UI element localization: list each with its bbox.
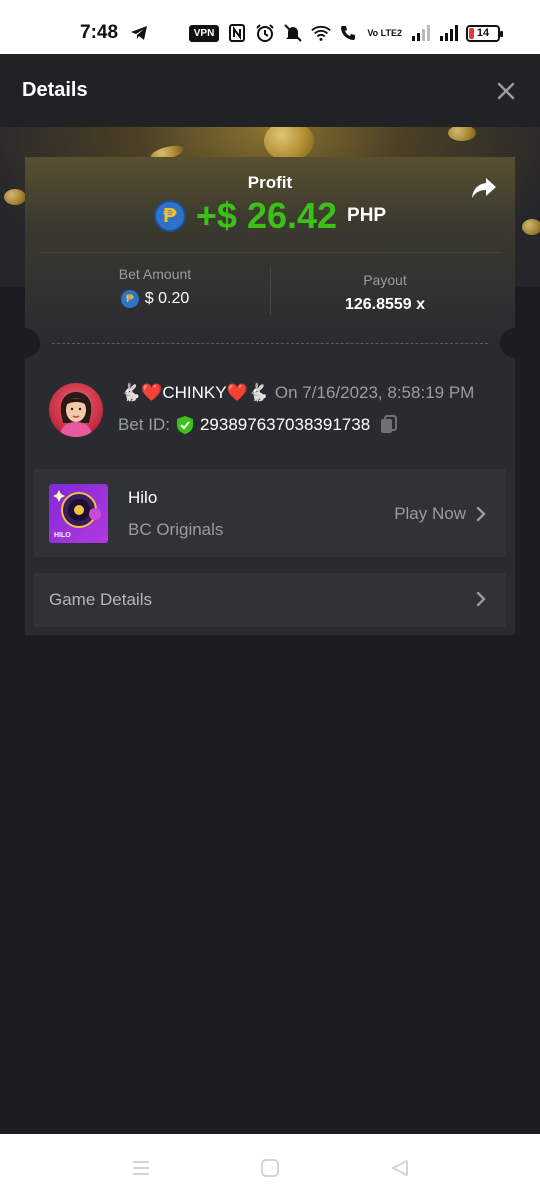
navigation-bar xyxy=(0,1134,540,1200)
game-provider: BC Originals xyxy=(128,520,224,539)
volte-label: Vo LTE2 xyxy=(367,27,402,38)
bet-amount-label: Bet Amount xyxy=(118,266,192,282)
user-line: 🐇❤️CHINKY❤️🐇 On 7/16/2023, 8:58:19 PM xyxy=(120,383,474,403)
divider xyxy=(39,252,501,253)
profit-amount: +$ 26.42 xyxy=(195,195,338,236)
dashed-divider xyxy=(52,343,488,344)
avatar-illustration xyxy=(59,392,93,437)
hilo-logo-icon: HILO xyxy=(53,490,101,539)
battery-indicator: 14 xyxy=(466,24,503,42)
payout-value: 126.8559 x xyxy=(344,296,426,313)
play-now-button[interactable]: Play Now xyxy=(394,504,486,524)
game-title: Hilo xyxy=(128,488,158,507)
profit-currency: PHP xyxy=(347,205,387,226)
page-title: Details xyxy=(22,79,88,101)
payout-stat: Payout 126.8559 x xyxy=(270,272,500,314)
status-icons: VPN Vo LTE2 14 xyxy=(188,22,503,44)
back-icon[interactable] xyxy=(390,1158,410,1178)
signal-icon-2 xyxy=(440,25,458,41)
bet-amount-value: $ 0.20 xyxy=(144,290,190,307)
profit-row: ₱ +$ 26.42 PHP xyxy=(25,195,515,237)
vpn-badge: VPN xyxy=(188,24,220,42)
status-time: 7:48 xyxy=(80,22,119,43)
bet-date: On 7/16/2023, 8:58:19 PM xyxy=(274,383,475,402)
nfc-icon xyxy=(229,24,246,42)
ticket-notch-right xyxy=(500,328,530,358)
bet-id-label: Bet ID: xyxy=(118,415,170,434)
verified-shield-icon xyxy=(176,416,193,434)
bet-amount-stat: Bet Amount ₱ $ 0.20 xyxy=(40,266,270,308)
username[interactable]: 🐇❤️CHINKY❤️🐇 xyxy=(120,383,269,403)
wifi-icon xyxy=(311,25,332,41)
play-now-label: Play Now xyxy=(394,504,466,523)
avatar[interactable] xyxy=(49,383,103,437)
profit-label: Profit xyxy=(247,173,293,192)
signal-icon-1 xyxy=(412,25,430,41)
share-icon[interactable] xyxy=(471,176,497,200)
status-bar: 7:48 VPN Vo LTE2 14 xyxy=(0,0,540,54)
peso-coin-icon: ₱ xyxy=(153,200,186,232)
menu-icon[interactable] xyxy=(131,1158,151,1178)
bet-details-card: Profit ₱ +$ 26.42 PHP Bet Amount ₱ $ 0.2… xyxy=(10,157,530,635)
chevron-right-icon xyxy=(476,591,486,607)
game-thumbnail: HILO xyxy=(49,484,108,543)
bet-id-line: Bet ID: 293897637038391738 xyxy=(118,415,398,435)
alarm-icon xyxy=(256,24,275,42)
chevron-right-icon xyxy=(476,506,486,522)
mute-icon xyxy=(284,24,303,42)
bet-id-value: 293897637038391738 xyxy=(199,415,371,434)
game-details-row[interactable]: Game Details xyxy=(34,573,506,627)
ticket-notch-left xyxy=(10,328,40,358)
copy-icon[interactable] xyxy=(380,415,398,435)
close-icon[interactable] xyxy=(496,81,516,101)
telegram-icon xyxy=(131,26,147,40)
game-details-label: Game Details xyxy=(49,590,152,609)
header: Details xyxy=(0,54,540,127)
payout-value-row: 126.8559 x xyxy=(270,296,500,314)
home-icon[interactable] xyxy=(260,1158,280,1178)
game-row[interactable]: HILO Hilo BC Originals Play Now xyxy=(34,469,506,557)
hilo-thumb-text: HILO xyxy=(54,532,71,539)
payout-label: Payout xyxy=(363,272,407,288)
peso-coin-icon-small: ₱ xyxy=(120,290,139,308)
wifi-calling-icon xyxy=(341,26,356,40)
bet-amount-value-row: ₱ $ 0.20 xyxy=(40,290,270,308)
